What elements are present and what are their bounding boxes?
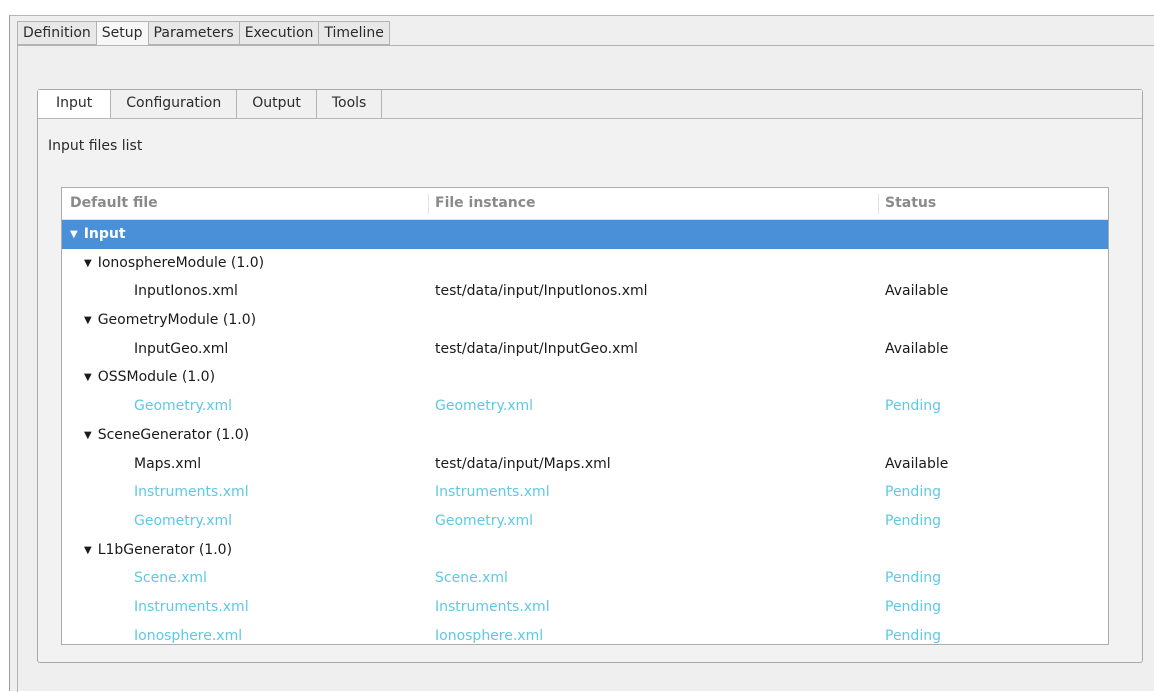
- expand-arrow-icon[interactable]: ▼: [84, 537, 92, 565]
- column-header-status[interactable]: Status: [885, 188, 936, 219]
- file-instance-cell: Scene.xml: [435, 570, 508, 587]
- file-row[interactable]: Instruments.xml Instruments.xml Pending: [62, 593, 1108, 622]
- default-file-cell: InputIonos.xml: [134, 277, 238, 305]
- status-cell: Pending: [885, 484, 941, 501]
- node-label: GeometryModule (1.0): [97, 312, 257, 329]
- tab-setup[interactable]: Setup: [96, 21, 149, 46]
- tab-parameters[interactable]: Parameters: [148, 21, 240, 45]
- node-label: Scene.xml: [134, 570, 207, 587]
- file-row[interactable]: InputGeo.xml test/data/input/InputGeo.xml…: [62, 335, 1108, 364]
- file-instance-cell: Ionosphere.xml: [435, 627, 544, 644]
- tree-body: ▼ Input ▼ IonosphereModule (1.0) InputIonos.…: [62, 220, 1108, 644]
- node-label: Maps.xml: [134, 455, 202, 472]
- node-label: Geometry.xml: [134, 398, 233, 415]
- file-instance-cell: Geometry.xml: [435, 512, 534, 529]
- expand-arrow-icon[interactable]: ▼: [84, 422, 92, 450]
- tree-group-row[interactable]: ▼ L1bGenerator (1.0): [62, 536, 1108, 565]
- column-header-default-file[interactable]: Default file: [70, 188, 158, 219]
- outer-tab-bar: Definition Setup Parameters Execution Ti…: [17, 21, 390, 46]
- file-row[interactable]: Scene.xml Scene.xml Pending: [62, 564, 1108, 593]
- status-cell: Available: [885, 283, 949, 300]
- file-row[interactable]: Geometry.xml Geometry.xml Pending: [62, 507, 1108, 536]
- file-instance-cell: test/data/input/InputGeo.xml: [435, 340, 638, 357]
- node-label: Ionosphere.xml: [134, 627, 243, 644]
- status-cell: Pending: [885, 398, 941, 415]
- file-instance-cell: test/data/input/InputIonos.xml: [435, 283, 648, 300]
- node-label: Instruments.xml: [134, 484, 249, 501]
- status-cell: Pending: [885, 512, 941, 529]
- tree-group-row[interactable]: ▼ IonosphereModule (1.0): [62, 249, 1108, 278]
- column-divider[interactable]: [878, 194, 879, 214]
- default-file-cell: Scene.xml: [134, 564, 207, 592]
- default-file-cell: ▼ Input: [70, 220, 126, 249]
- expand-arrow-icon[interactable]: ▼: [84, 250, 92, 278]
- setup-pane: Input Configuration Output Tools Input f…: [17, 45, 1154, 692]
- tab-timeline[interactable]: Timeline: [319, 21, 390, 45]
- default-file-cell: Geometry.xml: [134, 507, 232, 535]
- file-row[interactable]: Ionosphere.xml Ionosphere.xml Pending: [62, 622, 1108, 644]
- file-instance-cell: Instruments.xml: [435, 598, 550, 615]
- node-label: OSSModule (1.0): [97, 369, 216, 386]
- file-instance-cell: Instruments.xml: [435, 484, 550, 501]
- node-label: IonosphereModule (1.0): [97, 254, 265, 271]
- default-file-cell: Maps.xml: [134, 450, 201, 478]
- status-cell: Pending: [885, 570, 941, 587]
- file-instance-cell: Geometry.xml: [435, 398, 534, 415]
- default-file-cell: InputGeo.xml: [134, 335, 228, 363]
- expand-arrow-icon[interactable]: ▼: [84, 364, 92, 392]
- file-instance-cell: test/data/input/Maps.xml: [435, 455, 611, 472]
- tree-header: Default file File instance Status: [62, 188, 1108, 220]
- default-file-cell: Geometry.xml: [134, 392, 232, 420]
- node-label: SceneGenerator (1.0): [97, 426, 250, 443]
- default-file-cell: Ionosphere.xml: [134, 622, 243, 644]
- node-label: Instruments.xml: [134, 598, 249, 615]
- status-cell: Pending: [885, 598, 941, 615]
- tab-execution[interactable]: Execution: [239, 21, 320, 45]
- default-file-cell: ▼ L1bGenerator (1.0): [84, 536, 232, 565]
- column-header-file-instance[interactable]: File instance: [435, 188, 536, 219]
- tab-tools[interactable]: Tools: [317, 90, 383, 118]
- tab-definition[interactable]: Definition: [17, 21, 97, 45]
- status-cell: Pending: [885, 627, 941, 644]
- input-tab-panel: Input Configuration Output Tools Input f…: [37, 89, 1143, 663]
- default-file-cell: ▼ GeometryModule (1.0): [84, 306, 256, 335]
- tree-group-row[interactable]: ▼ OSSModule (1.0): [62, 363, 1108, 392]
- tab-configuration[interactable]: Configuration: [111, 90, 238, 118]
- tree-group-row[interactable]: ▼ GeometryModule (1.0): [62, 306, 1108, 335]
- file-row[interactable]: Geometry.xml Geometry.xml Pending: [62, 392, 1108, 421]
- default-file-cell: Instruments.xml: [134, 593, 249, 621]
- default-file-cell: ▼ OSSModule (1.0): [84, 363, 215, 392]
- file-row[interactable]: Maps.xml test/data/input/Maps.xml Availabl…: [62, 450, 1108, 479]
- file-row[interactable]: Instruments.xml Instruments.xml Pending: [62, 478, 1108, 507]
- status-cell: Available: [885, 455, 949, 472]
- tab-input[interactable]: Input: [38, 90, 112, 118]
- node-label: InputGeo.xml: [134, 340, 229, 357]
- input-files-tree[interactable]: Default file File instance Status ▼ Input…: [61, 187, 1109, 645]
- tree-group-row[interactable]: ▼ Input: [62, 220, 1108, 249]
- default-file-cell: Instruments.xml: [134, 478, 249, 506]
- node-label: InputIonos.xml: [134, 283, 238, 300]
- input-files-list-label: Input files list: [48, 138, 143, 154]
- setup-window: Definition Setup Parameters Execution Ti…: [9, 15, 1154, 692]
- default-file-cell: ▼ IonosphereModule (1.0): [84, 249, 264, 278]
- expand-arrow-icon[interactable]: ▼: [84, 307, 92, 335]
- node-label: Input: [83, 226, 126, 242]
- tab-output[interactable]: Output: [237, 90, 317, 118]
- status-cell: Available: [885, 340, 949, 357]
- expand-arrow-icon[interactable]: ▼: [70, 221, 78, 249]
- node-label: Geometry.xml: [134, 512, 233, 529]
- tree-group-row[interactable]: ▼ SceneGenerator (1.0): [62, 421, 1108, 450]
- node-label: L1bGenerator (1.0): [97, 541, 233, 558]
- inner-tab-bar: Input Configuration Output Tools: [38, 90, 1142, 119]
- column-divider[interactable]: [428, 194, 429, 214]
- file-row[interactable]: InputIonos.xml test/data/input/InputIonos…: [62, 277, 1108, 306]
- default-file-cell: ▼ SceneGenerator (1.0): [84, 421, 249, 450]
